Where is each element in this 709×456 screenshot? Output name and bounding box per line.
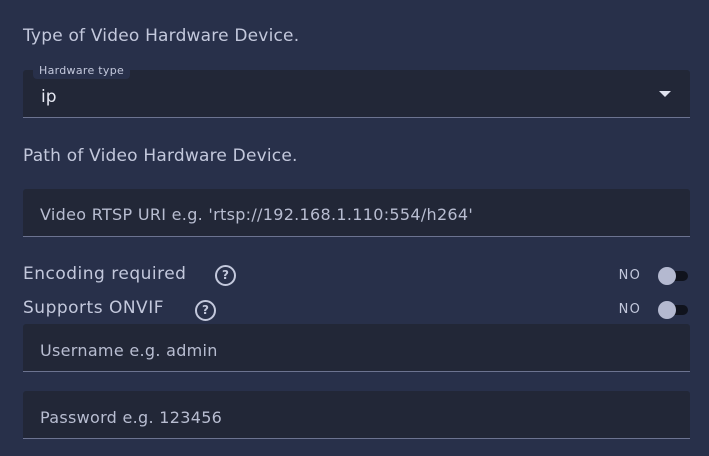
toggle-thumb[interactable] [658,301,676,319]
hardware-type-selected-value: ip [41,87,57,107]
hardware-type-title: Type of Video Hardware Device. [23,26,300,46]
supports-onvif-row: Supports ONVIF ? NO [23,296,690,322]
encoding-required-label: Encoding required [23,264,187,284]
help-icon[interactable]: ? [215,265,236,286]
rtsp-uri-placeholder: Video RTSP URI e.g. 'rtsp://192.168.1.11… [40,205,474,224]
chevron-down-icon[interactable] [659,91,671,97]
help-icon[interactable]: ? [195,300,216,321]
toggle-thumb[interactable] [658,267,676,285]
encoding-required-row: Encoding required ? NO [23,262,690,288]
encoding-required-toggle[interactable] [658,266,690,286]
username-input[interactable]: Username e.g. admin [23,324,690,372]
encoding-required-state: NO [618,268,641,283]
hardware-path-title: Path of Video Hardware Device. [23,146,298,166]
supports-onvif-state: NO [618,302,641,317]
username-placeholder: Username e.g. admin [40,341,218,360]
supports-onvif-label: Supports ONVIF [23,298,164,318]
password-input[interactable]: Password e.g. 123456 [23,391,690,439]
password-placeholder: Password e.g. 123456 [40,408,223,427]
hardware-type-label: Hardware type [33,62,131,79]
supports-onvif-toggle[interactable] [658,300,690,320]
rtsp-uri-input[interactable]: Video RTSP URI e.g. 'rtsp://192.168.1.11… [23,189,690,237]
